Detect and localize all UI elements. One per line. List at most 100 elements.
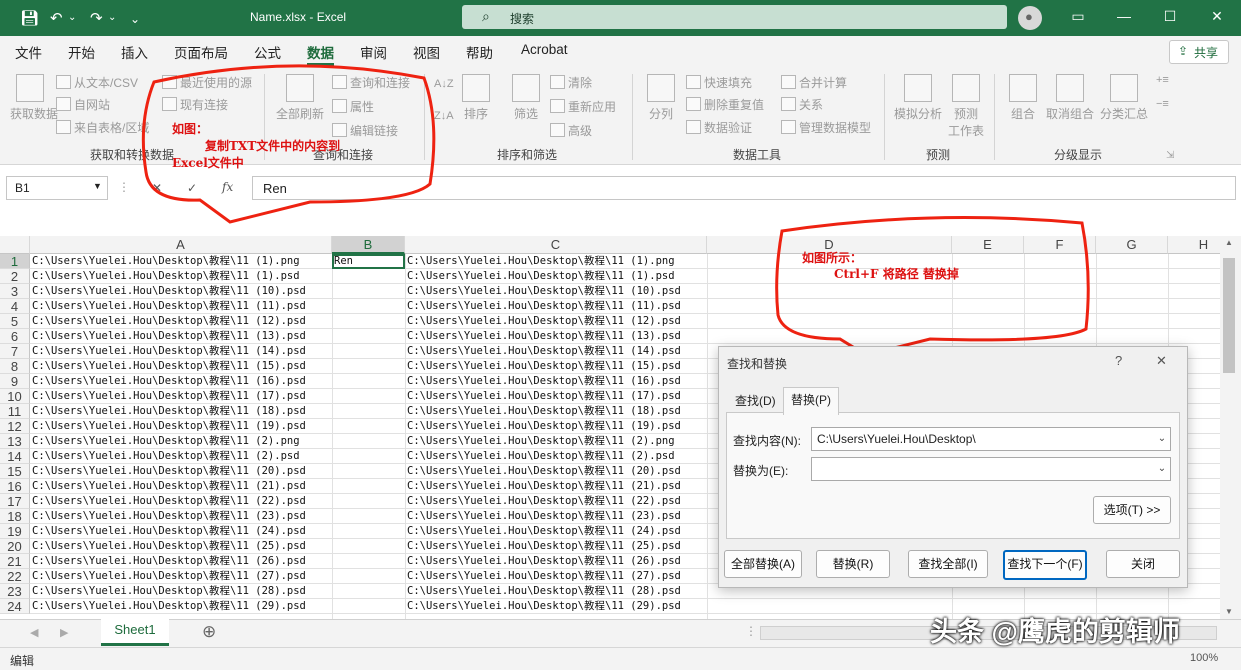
cell-a[interactable]: C:\Users\Yuelei.Hou\Desktop\教程\11 (12).p… (32, 314, 330, 329)
tab-data[interactable]: 数据 (307, 42, 334, 62)
cell-a[interactable]: C:\Users\Yuelei.Hou\Desktop\教程\11 (14).p… (32, 344, 330, 359)
cell-c[interactable]: C:\Users\Yuelei.Hou\Desktop\教程\11 (16).p… (407, 374, 705, 389)
cell-a[interactable]: C:\Users\Yuelei.Hou\Desktop\教程\11 (28).p… (32, 584, 330, 599)
cell-a[interactable]: C:\Users\Yuelei.Hou\Desktop\教程\11 (16).p… (32, 374, 330, 389)
ungroup-button[interactable]: 取消组合 (1046, 74, 1094, 122)
close-icon[interactable]: ✕ (1205, 8, 1229, 25)
forecast-sheet-button[interactable]: 预测 工作表 (946, 74, 986, 139)
cell-a[interactable]: C:\Users\Yuelei.Hou\Desktop\教程\11 (27).p… (32, 569, 330, 584)
cell-c[interactable]: C:\Users\Yuelei.Hou\Desktop\教程\11 (12).p… (407, 314, 705, 329)
subtotal-button[interactable]: 分类汇总 (1098, 74, 1150, 122)
replace-button[interactable]: 替换(R) (816, 550, 890, 578)
close-button[interactable]: 关闭 (1106, 550, 1180, 578)
row-header[interactable]: 24 (0, 599, 30, 614)
cell-c[interactable]: C:\Users\Yuelei.Hou\Desktop\教程\11 (15).p… (407, 359, 705, 374)
row-header[interactable]: 21 (0, 554, 30, 569)
cell-c[interactable]: C:\Users\Yuelei.Hou\Desktop\教程\11 (24).p… (407, 524, 705, 539)
group-button[interactable]: 组合 (1004, 74, 1042, 122)
cell-c[interactable]: C:\Users\Yuelei.Hou\Desktop\教程\11 (27).p… (407, 569, 705, 584)
find-input[interactable]: C:\Users\Yuelei.Hou\Desktop\ ⌄ (811, 427, 1171, 451)
cell-a[interactable]: C:\Users\Yuelei.Hou\Desktop\教程\11 (1).pn… (32, 254, 330, 269)
row-header[interactable]: 16 (0, 479, 30, 494)
data-validation-button[interactable]: 数据验证 (686, 119, 752, 136)
maximize-icon[interactable]: ☐ (1158, 8, 1182, 25)
cell-a[interactable]: C:\Users\Yuelei.Hou\Desktop\教程\11 (2).ps… (32, 449, 330, 464)
row-header[interactable]: 3 (0, 284, 30, 299)
from-text-button[interactable]: 从文本/CSV (56, 74, 138, 91)
cell-c[interactable]: C:\Users\Yuelei.Hou\Desktop\教程\11 (20).p… (407, 464, 705, 479)
sort-button[interactable]: 排序 (458, 74, 494, 122)
cell-a[interactable]: C:\Users\Yuelei.Hou\Desktop\教程\11 (18).p… (32, 404, 330, 419)
get-data-button[interactable]: 获取数据 (10, 74, 58, 122)
tab-help[interactable]: 帮助 (466, 42, 493, 62)
tab-review[interactable]: 审阅 (360, 42, 387, 62)
row-header[interactable]: 7 (0, 344, 30, 359)
scroll-down-icon[interactable]: ▼ (1225, 607, 1233, 616)
minimize-icon[interactable]: — (1112, 8, 1136, 24)
cell-c[interactable]: C:\Users\Yuelei.Hou\Desktop\教程\11 (2).ps… (407, 449, 705, 464)
cell-a[interactable]: C:\Users\Yuelei.Hou\Desktop\教程\11 (11).p… (32, 299, 330, 314)
cell-c[interactable]: C:\Users\Yuelei.Hou\Desktop\教程\11 (2).pn… (407, 434, 705, 449)
name-box[interactable]: B1 ▼ (6, 176, 108, 200)
user-avatar[interactable]: ● (1018, 6, 1042, 30)
cell-a[interactable]: C:\Users\Yuelei.Hou\Desktop\教程\11 (15).p… (32, 359, 330, 374)
add-sheet-icon[interactable]: ⊕ (202, 622, 216, 642)
cell-a[interactable]: C:\Users\Yuelei.Hou\Desktop\教程\11 (17).p… (32, 389, 330, 404)
cell-c[interactable]: C:\Users\Yuelei.Hou\Desktop\教程\11 (10).p… (407, 284, 705, 299)
cell-a[interactable]: C:\Users\Yuelei.Hou\Desktop\教程\11 (2).pn… (32, 434, 330, 449)
row-header[interactable]: 17 (0, 494, 30, 509)
redo-icon[interactable]: ↷ (90, 9, 103, 27)
text-to-columns-button[interactable]: 分列 (642, 74, 680, 122)
chevron-down-icon[interactable]: ⌄ (1154, 428, 1170, 450)
column-header-b[interactable]: B (332, 236, 405, 254)
tab-acrobat[interactable]: Acrobat (521, 42, 568, 57)
column-header-g[interactable]: G (1096, 236, 1168, 254)
cell-a[interactable]: C:\Users\Yuelei.Hou\Desktop\教程\11 (22).p… (32, 494, 330, 509)
chevron-down-icon[interactable]: ⌄ (1154, 458, 1170, 480)
tab-insert[interactable]: 插入 (121, 42, 148, 62)
ribbon-display-icon[interactable]: ▭ (1066, 8, 1090, 25)
manage-data-model-button[interactable]: 管理数据模型 (781, 119, 871, 136)
filter-button[interactable]: 筛选 (506, 74, 546, 122)
save-icon[interactable]: 💾︎ (20, 9, 39, 27)
sheet-tab-sheet1[interactable]: Sheet1 (101, 619, 169, 646)
undo-icon[interactable]: ↶ (50, 9, 63, 27)
row-header[interactable]: 9 (0, 374, 30, 389)
cell-c[interactable]: C:\Users\Yuelei.Hou\Desktop\教程\11 (17).p… (407, 389, 705, 404)
tab-find[interactable]: 查找(D) (728, 389, 783, 413)
cell-a[interactable]: C:\Users\Yuelei.Hou\Desktop\教程\11 (19).p… (32, 419, 330, 434)
customize-quick-access-icon[interactable]: ⌄ (130, 12, 140, 26)
from-table-button[interactable]: 来自表格/区域 (56, 119, 149, 136)
cell-a[interactable]: C:\Users\Yuelei.Hou\Desktop\教程\11 (1).ps… (32, 269, 330, 284)
find-all-button[interactable]: 查找全部(I) (908, 550, 988, 578)
tab-file[interactable]: 文件 (15, 42, 42, 62)
cell-a[interactable]: C:\Users\Yuelei.Hou\Desktop\教程\11 (13).p… (32, 329, 330, 344)
row-header[interactable]: 15 (0, 464, 30, 479)
row-header[interactable]: 5 (0, 314, 30, 329)
row-header[interactable]: 6 (0, 329, 30, 344)
tab-home[interactable]: 开始 (68, 42, 95, 62)
cell-c[interactable]: C:\Users\Yuelei.Hou\Desktop\教程\11 (21).p… (407, 479, 705, 494)
vertical-scroll-thumb[interactable] (1223, 258, 1235, 373)
tab-page-layout[interactable]: 页面布局 (174, 42, 228, 62)
zoom-level[interactable]: 100% (1190, 652, 1218, 664)
tab-view[interactable]: 视图 (413, 42, 440, 62)
consolidate-button[interactable]: 合并计算 (781, 74, 847, 91)
row-header[interactable]: 23 (0, 584, 30, 599)
reapply-button[interactable]: 重新应用 (550, 98, 616, 115)
cell-a[interactable]: C:\Users\Yuelei.Hou\Desktop\教程\11 (23).p… (32, 509, 330, 524)
row-header[interactable]: 11 (0, 404, 30, 419)
row-header[interactable]: 19 (0, 524, 30, 539)
dialog-launcher-icon[interactable]: ⇲ (1166, 150, 1174, 161)
row-header[interactable]: 4 (0, 299, 30, 314)
chevron-down-icon[interactable]: ⌄ (108, 12, 116, 23)
help-icon[interactable]: ? (1115, 353, 1122, 368)
cell-c[interactable]: C:\Users\Yuelei.Hou\Desktop\教程\11 (22).p… (407, 494, 705, 509)
options-button[interactable]: 选项(T) >> (1093, 496, 1171, 524)
tab-formulas[interactable]: 公式 (254, 42, 281, 62)
cell-c[interactable]: C:\Users\Yuelei.Hou\Desktop\教程\11 (18).p… (407, 404, 705, 419)
clear-button[interactable]: 清除 (550, 74, 592, 91)
row-header[interactable]: 14 (0, 449, 30, 464)
scroll-up-icon[interactable]: ▲ (1225, 238, 1233, 247)
row-header[interactable]: 22 (0, 569, 30, 584)
